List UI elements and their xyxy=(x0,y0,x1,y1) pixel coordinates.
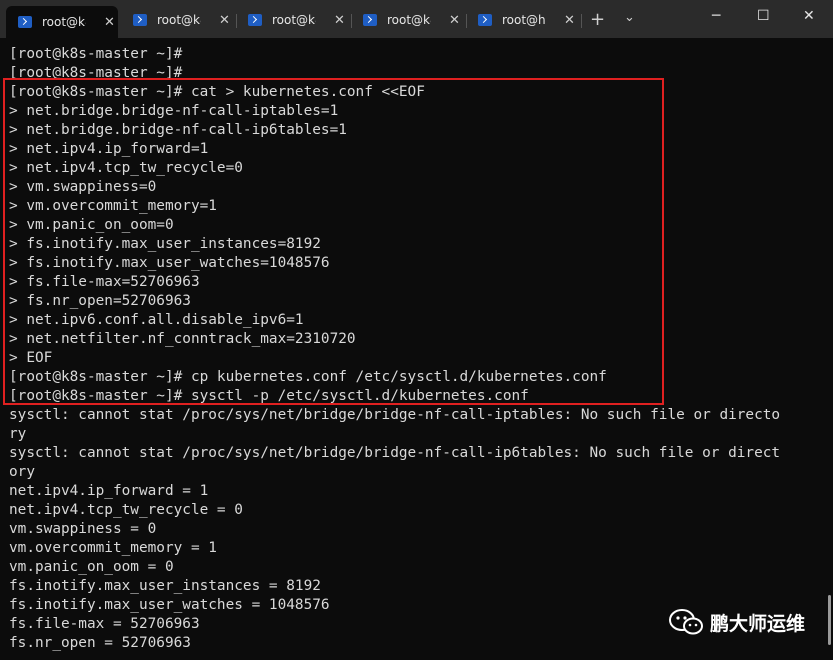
tab-close-icon[interactable]: ✕ xyxy=(219,13,230,28)
scrollbar[interactable] xyxy=(828,595,831,645)
terminal-line: > fs.file-max=52706963 xyxy=(9,274,200,290)
tab-separator xyxy=(581,14,582,28)
terminal-line: ry xyxy=(9,426,27,442)
powershell-icon xyxy=(133,14,147,26)
tab-label: root@k8s-master xyxy=(42,15,86,29)
chevron-down-icon[interactable]: ⌄ xyxy=(624,10,635,25)
terminal-line: fs.inotify.max_user_instances = 8192 xyxy=(9,578,321,594)
minimize-icon[interactable]: ─ xyxy=(712,8,720,24)
terminal-line: [root@k8s-master ~]# sysctl -p /etc/sysc… xyxy=(9,388,529,404)
powershell-icon xyxy=(363,14,377,26)
terminal-line: > fs.nr_open=52706963 xyxy=(9,293,191,309)
terminal-line: [root@k8s-master ~]# xyxy=(9,65,183,81)
terminal-line: > net.bridge.bridge-nf-call-iptables=1 xyxy=(9,103,339,119)
tab-label: root@ha xyxy=(502,13,546,27)
watermark-text: 鹏大师运维 xyxy=(710,612,806,635)
tab-root-k8s-master[interactable]: root@k8s-master ✕ xyxy=(6,6,118,38)
close-icon[interactable]: ✕ xyxy=(803,8,815,24)
terminal-line: > net.netfilter.nf_conntrack_max=2310720 xyxy=(9,331,356,347)
terminal-line: > EOF xyxy=(9,350,53,366)
powershell-icon xyxy=(18,16,32,28)
tab-root-k8s-node1[interactable]: root@k8s-node1 ✕ xyxy=(121,6,233,34)
terminal-line: > fs.inotify.max_user_instances=8192 xyxy=(9,236,321,252)
terminal-line: > vm.overcommit_memory=1 xyxy=(9,198,217,214)
terminal-line: sysctl: cannot stat /proc/sys/net/bridge… xyxy=(9,445,781,461)
powershell-icon xyxy=(248,14,262,26)
terminal-line: > vm.panic_on_oom=0 xyxy=(9,217,174,233)
terminal-line: net.ipv4.tcp_tw_recycle = 0 xyxy=(9,502,243,518)
tab-label: root@k8s-node3 xyxy=(387,13,431,27)
tab-label: root@k8s-node2 xyxy=(272,13,316,27)
maximize-icon[interactable]: ☐ xyxy=(757,8,770,24)
terminal-line: vm.swappiness = 0 xyxy=(9,521,157,537)
terminal-line: > fs.inotify.max_user_watches=1048576 xyxy=(9,255,330,271)
terminal-line: [root@k8s-master ~]# xyxy=(9,46,183,62)
terminal-line: [root@k8s-master ~]# cat > kubernetes.co… xyxy=(9,84,425,100)
tab-close-icon[interactable]: ✕ xyxy=(334,13,345,28)
tab-label: root@k8s-node1 xyxy=(157,13,201,27)
tab-close-icon[interactable]: ✕ xyxy=(564,13,575,28)
terminal-line: sysctl: cannot stat /proc/sys/net/bridge… xyxy=(9,407,781,423)
terminal-line: ory xyxy=(9,464,35,480)
tab-root-k8s-node3[interactable]: root@k8s-node3 ✕ xyxy=(351,6,463,34)
watermark: 鹏大师运维 xyxy=(668,608,805,636)
new-tab-icon[interactable]: + xyxy=(590,9,605,30)
terminal-line: > vm.swappiness=0 xyxy=(9,179,157,195)
terminal-line: [root@k8s-master ~]# cp kubernetes.conf … xyxy=(9,369,607,385)
terminal-line: net.ipv4.ip_forward = 1 xyxy=(9,483,209,499)
terminal-line: > net.ipv4.ip_forward=1 xyxy=(9,141,209,157)
tab-root-k8s-node2[interactable]: root@k8s-node2 ✕ xyxy=(236,6,348,34)
powershell-icon xyxy=(478,14,492,26)
tab-close-icon[interactable]: ✕ xyxy=(104,15,115,30)
terminal-output[interactable]: [root@k8s-master ~]# [root@k8s-master ~]#… xyxy=(9,45,829,653)
tab-close-icon[interactable]: ✕ xyxy=(449,13,460,28)
terminal-line: > net.bridge.bridge-nf-call-ip6tables=1 xyxy=(9,122,347,138)
tab-root-ha[interactable]: root@ha ✕ xyxy=(466,6,578,34)
terminal-line: vm.overcommit_memory = 1 xyxy=(9,540,217,556)
title-bar: root@k8s-master ✕ root@k8s-node1 ✕ root@… xyxy=(0,0,833,38)
terminal-line: vm.panic_on_oom = 0 xyxy=(9,559,174,575)
terminal-line: > net.ipv4.tcp_tw_recycle=0 xyxy=(9,160,243,176)
terminal-line: > net.ipv6.conf.all.disable_ipv6=1 xyxy=(9,312,304,328)
terminal-line: fs.nr_open = 52706963 xyxy=(9,635,191,651)
wechat-icon xyxy=(669,609,703,635)
